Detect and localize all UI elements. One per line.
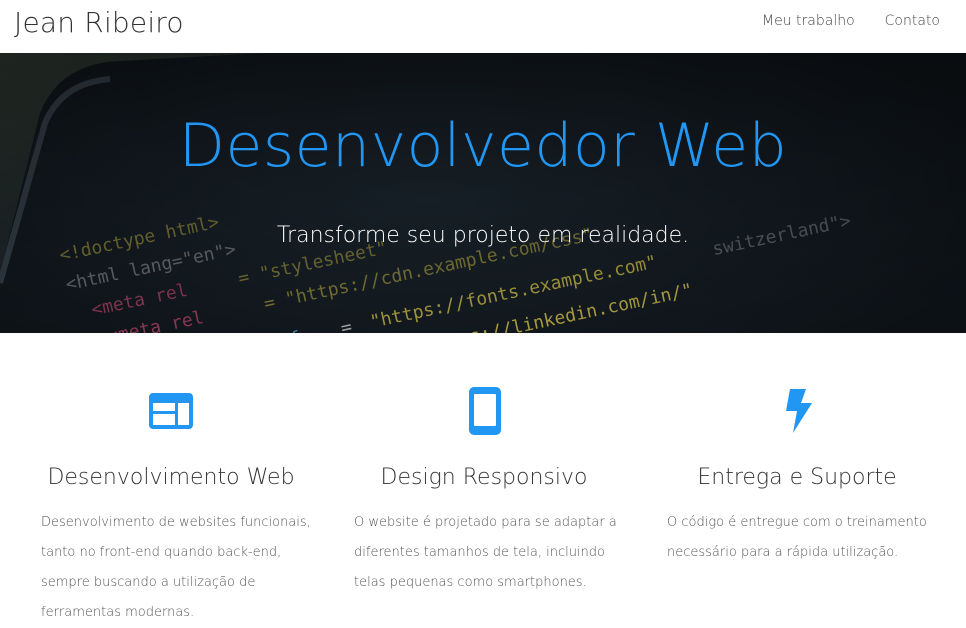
feature-title: Design Responsivo [380, 465, 588, 490]
top-navbar: Jean Ribeiro Meu trabalho Contato [0, 0, 966, 53]
feature-description: O código é entregue com o treinamento ne… [667, 508, 937, 568]
feature-desc-line: O código é entregue com o treinamento [667, 515, 927, 530]
feature-desc-line: telas pequenas como smartphones. [354, 575, 587, 590]
main-nav: Meu trabalho Contato [762, 13, 940, 29]
feature-desc-line: Desenvolvimento de websites funcionais, [41, 515, 311, 530]
nav-link-meu-trabalho[interactable]: Meu trabalho [762, 13, 855, 29]
browser-window-icon [149, 393, 193, 429]
feature-desc-line: diferentes tamanhos de tela, incluindo [354, 545, 605, 560]
feature-desc-line: tanto no front-end quando back-end, [41, 545, 282, 560]
hero-section: <!doctype html> <html lang="en"> <meta r… [0, 53, 966, 333]
feature-description: O website é projetado para se adaptar a … [354, 508, 624, 598]
feature-title: Desenvolvimento Web [47, 465, 295, 490]
feature-desc-line: necessário para a rápida utilização. [667, 545, 899, 560]
feature-title: Entrega e Suporte [697, 465, 897, 490]
brand-link[interactable]: Jean Ribeiro [14, 6, 184, 39]
lightning-bolt-icon [786, 389, 812, 433]
feature-desc-line: ferramentas modernas. [41, 605, 195, 620]
feature-description: Desenvolvimento de websites funcionais, … [41, 508, 311, 628]
feature-desc-line: sempre buscando a utilização de [41, 575, 256, 590]
hero-subtitle: Transforme seu projeto em realidade. [276, 223, 690, 248]
hero-background-code-image: <!doctype html> <html lang="en"> <meta r… [0, 53, 966, 333]
nav-link-contato[interactable]: Contato [885, 13, 940, 29]
features-section: Desenvolvimento Web Desenvolvimento de w… [0, 333, 966, 622]
hero-title: Desenvolvedor Web [178, 111, 788, 181]
smartphone-icon [469, 387, 501, 435]
feature-desc-line: O website é projetado para se adaptar a [354, 515, 617, 530]
